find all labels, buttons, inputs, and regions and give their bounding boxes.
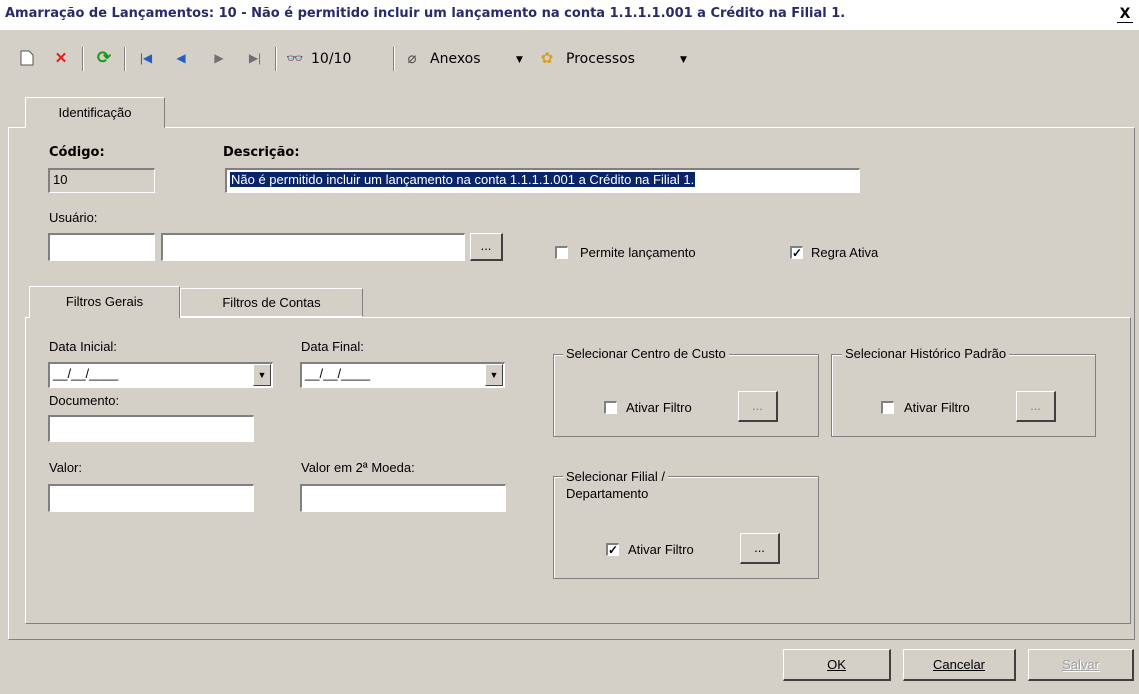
descricao-value: Não é permitido incluir um lançamento na…: [230, 172, 696, 187]
new-document-icon[interactable]: [18, 49, 36, 67]
valor-moeda-label: Valor em 2ª Moeda:: [301, 460, 415, 475]
permite-lancamento-checkbox[interactable]: [555, 246, 568, 259]
data-inicial-field[interactable]: __/__/____: [48, 362, 273, 388]
filial-title-line1: Selecionar Filial /: [566, 469, 665, 484]
usuario-code-field[interactable]: [48, 233, 155, 261]
last-record-icon[interactable]: ▶|: [246, 49, 264, 67]
dropdown-arrow-icon[interactable]: ▼: [253, 364, 271, 386]
tab-filtros-gerais[interactable]: Filtros Gerais: [29, 286, 180, 318]
documento-label: Documento:: [49, 393, 120, 408]
regra-ativa-label: Regra Ativa: [811, 245, 879, 260]
permite-lancamento-label: Permite lançamento: [580, 245, 696, 260]
historico-group: [831, 354, 1096, 437]
filial-checkbox[interactable]: ✓: [606, 543, 619, 556]
toolbar-separator: [275, 47, 277, 71]
attachments-button[interactable]: Anexos: [430, 51, 481, 67]
valor-field[interactable]: [48, 484, 254, 512]
usuario-label: Usuário:: [49, 210, 98, 225]
usuario-lookup-button[interactable]: ...: [470, 233, 503, 261]
previous-record-icon[interactable]: ◀: [172, 49, 190, 67]
regra-ativa-checkbox[interactable]: ✓: [790, 246, 803, 259]
tab-filtros-contas[interactable]: Filtros de Contas: [180, 288, 363, 317]
documento-field[interactable]: [48, 415, 254, 442]
historico-title: Selecionar Histórico Padrão: [842, 346, 1010, 361]
centro-custo-title: Selecionar Centro de Custo: [563, 346, 729, 361]
valor-moeda-field[interactable]: [300, 484, 506, 512]
tab-identificacao[interactable]: Identificação: [25, 97, 165, 128]
usuario-name-field[interactable]: [161, 233, 465, 261]
processes-button[interactable]: Processos: [566, 51, 635, 67]
record-counter: 10/10: [311, 51, 352, 67]
descricao-field[interactable]: Não é permitido incluir um lançamento na…: [225, 168, 860, 193]
toolbar-separator: [82, 47, 84, 71]
toolbar-separator: [393, 47, 395, 71]
window-title: Amarração de Lançamentos: 10 - Não é per…: [5, 6, 846, 21]
centro-custo-checkbox[interactable]: [604, 401, 617, 414]
centro-custo-lookup-button[interactable]: ...: [738, 391, 778, 422]
data-inicial-label: Data Inicial:: [49, 339, 117, 354]
save-label: Salvar: [1062, 657, 1099, 672]
descricao-label: Descrição:: [223, 145, 300, 160]
close-button[interactable]: X: [1117, 6, 1133, 23]
data-final-value: __/__/____: [305, 366, 371, 381]
toolbar-separator: [124, 47, 126, 71]
dropdown-arrow-icon[interactable]: ▼: [485, 364, 503, 386]
next-record-icon[interactable]: ▶: [210, 49, 228, 67]
cancel-button[interactable]: Cancelar: [903, 649, 1016, 681]
delete-icon[interactable]: ✕: [52, 49, 70, 67]
filial-title: Selecionar Filial / Departamento: [563, 468, 668, 502]
dropdown-arrow-icon[interactable]: ▼: [516, 55, 523, 65]
data-final-field[interactable]: __/__/____: [300, 362, 505, 388]
processes-gear-icon[interactable]: ✿: [538, 49, 556, 67]
codigo-field: 10: [48, 168, 155, 193]
refresh-icon[interactable]: ⟳: [95, 48, 113, 67]
ok-button[interactable]: OK: [783, 649, 891, 681]
historico-lookup-button[interactable]: ...: [1016, 391, 1056, 422]
valor-label: Valor:: [49, 460, 82, 475]
codigo-label: Código:: [49, 145, 105, 160]
attachment-clip-icon[interactable]: ⌀: [403, 49, 421, 67]
data-inicial-value: __/__/____: [53, 366, 119, 381]
first-record-icon[interactable]: |◀: [137, 49, 155, 67]
filial-lookup-button[interactable]: ...: [740, 533, 780, 564]
dropdown-arrow-icon[interactable]: ▼: [680, 55, 687, 65]
save-button[interactable]: Salvar: [1028, 649, 1134, 681]
historico-checkbox[interactable]: [881, 401, 894, 414]
ok-label: OK: [827, 657, 846, 672]
search-binoculars-icon[interactable]: 👓: [286, 49, 304, 67]
filial-title-line2: Departamento: [566, 486, 649, 501]
centro-custo-group: [553, 354, 819, 437]
centro-custo-ativar-label: Ativar Filtro: [626, 400, 692, 415]
filial-ativar-label: Ativar Filtro: [628, 542, 694, 557]
cancel-label: Cancelar: [932, 657, 986, 672]
historico-ativar-label: Ativar Filtro: [904, 400, 970, 415]
data-final-label: Data Final:: [301, 339, 364, 354]
